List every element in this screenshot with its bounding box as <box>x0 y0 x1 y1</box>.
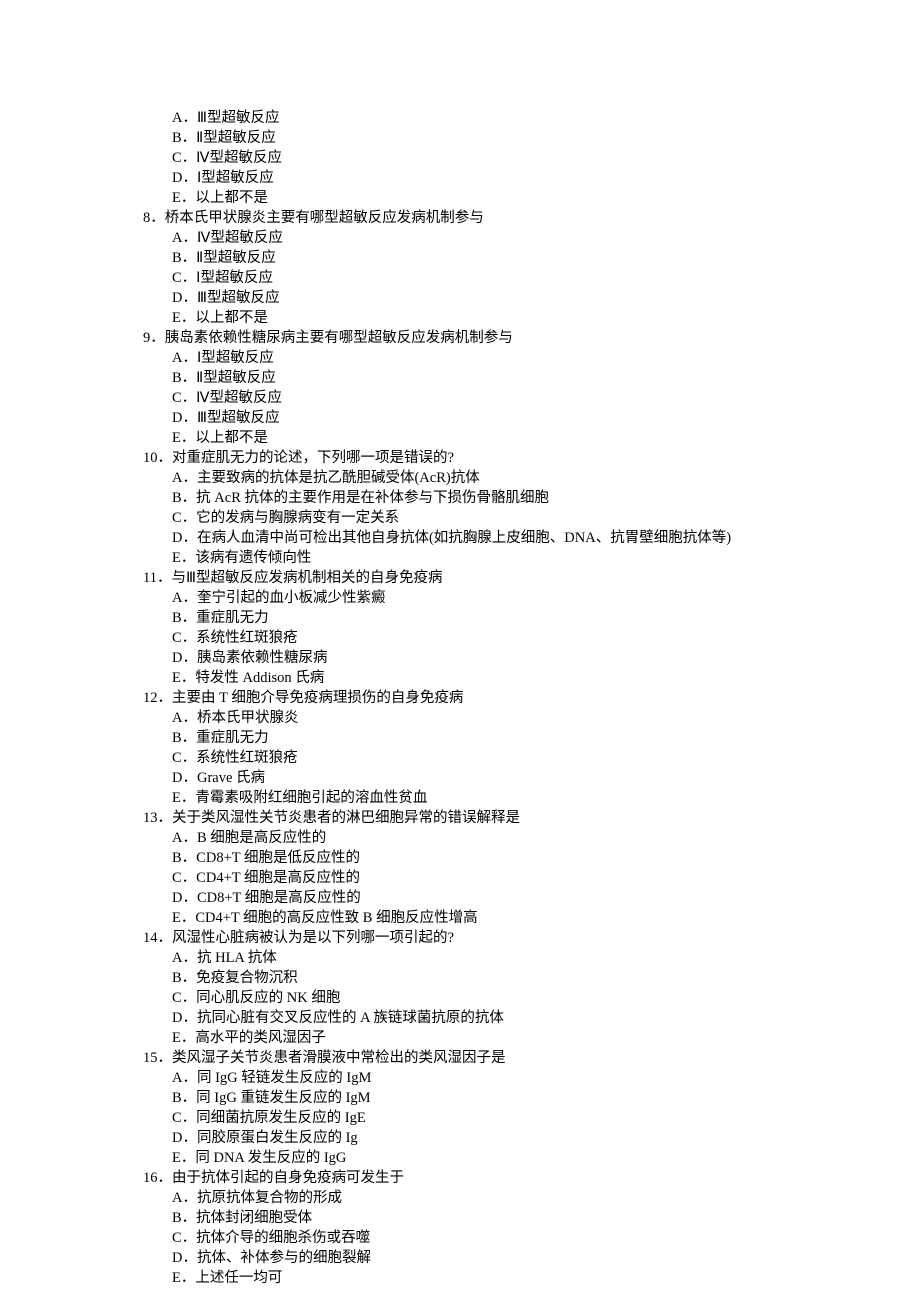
option: A．Ⅰ型超敏反应 <box>0 348 920 368</box>
question-stem: 9．胰岛素依赖性糖尿病主要有哪型超敏反应发病机制参与 <box>0 328 920 348</box>
option: E．以上都不是 <box>0 308 920 328</box>
option: C．Ⅳ型超敏反应 <box>0 148 920 168</box>
option: E．同 DNA 发生反应的 IgG <box>0 1148 920 1168</box>
option: E．CD4+T 细胞的高反应性致 B 细胞反应性增高 <box>0 908 920 928</box>
question-stem: 10．对重症肌无力的论述，下列哪一项是错误的? <box>0 448 920 468</box>
option: A．B 细胞是高反应性的 <box>0 828 920 848</box>
option: C．同心肌反应的 NK 细胞 <box>0 988 920 1008</box>
option: B．Ⅱ型超敏反应 <box>0 128 920 148</box>
question-stem: 11．与Ⅲ型超敏反应发病机制相关的自身免疫病 <box>0 568 920 588</box>
option: B．免疫复合物沉积 <box>0 968 920 988</box>
option: D．在病人血清中尚可检出其他自身抗体(如抗胸腺上皮细胞、DNA、抗胃壁细胞抗体等… <box>0 528 920 548</box>
question-stem: 8．桥本氏甲状腺炎主要有哪型超敏反应发病机制参与 <box>0 208 920 228</box>
option: B．重症肌无力 <box>0 608 920 628</box>
option: B．CD8+T 细胞是低反应性的 <box>0 848 920 868</box>
option: A．抗原抗体复合物的形成 <box>0 1188 920 1208</box>
option: C．Ⅰ型超敏反应 <box>0 268 920 288</box>
option: E．以上都不是 <box>0 188 920 208</box>
question-9: 9．胰岛素依赖性糖尿病主要有哪型超敏反应发病机制参与 A．Ⅰ型超敏反应 B．Ⅱ型… <box>0 328 920 448</box>
option: B．同 IgG 重链发生反应的 IgM <box>0 1088 920 1108</box>
option: C．抗体介导的细胞杀伤或吞噬 <box>0 1228 920 1248</box>
option: D．Grave 氏病 <box>0 768 920 788</box>
question-14: 14．风湿性心脏病被认为是以下列哪一项引起的? A．抗 HLA 抗体 B．免疫复… <box>0 928 920 1048</box>
option: E．高水平的类风湿因子 <box>0 1028 920 1048</box>
question-16: 16．由于抗体引起的自身免疫病可发生于 A．抗原抗体复合物的形成 B．抗体封闭细… <box>0 1168 920 1288</box>
option: C．系统性红斑狼疮 <box>0 628 920 648</box>
option: A．同 IgG 轻链发生反应的 IgM <box>0 1068 920 1088</box>
question-stem: 13．关于类风湿性关节炎患者的淋巴细胞异常的错误解释是 <box>0 808 920 828</box>
question-11: 11．与Ⅲ型超敏反应发病机制相关的自身免疫病 A．奎宁引起的血小板减少性紫癜 B… <box>0 568 920 688</box>
option: B．抗 AcR 抗体的主要作用是在补体参与下损伤骨骼肌细胞 <box>0 488 920 508</box>
option: A．主要致病的抗体是抗乙酰胆碱受体(AcR)抗体 <box>0 468 920 488</box>
document-page: A．Ⅲ型超敏反应 B．Ⅱ型超敏反应 C．Ⅳ型超敏反应 D．Ⅰ型超敏反应 E．以上… <box>0 0 920 1302</box>
question-7-partial: A．Ⅲ型超敏反应 B．Ⅱ型超敏反应 C．Ⅳ型超敏反应 D．Ⅰ型超敏反应 E．以上… <box>0 108 920 208</box>
option: D．抗同心脏有交叉反应性的 A 族链球菌抗原的抗体 <box>0 1008 920 1028</box>
option: C．同细菌抗原发生反应的 IgE <box>0 1108 920 1128</box>
option: D．同胶原蛋白发生反应的 Ig <box>0 1128 920 1148</box>
option: D．抗体、补体参与的细胞裂解 <box>0 1248 920 1268</box>
option: C．CD4+T 细胞是高反应性的 <box>0 868 920 888</box>
option: A．Ⅳ型超敏反应 <box>0 228 920 248</box>
option: E．该病有遗传倾向性 <box>0 548 920 568</box>
question-15: 15．类风湿子关节炎患者滑膜液中常检出的类风湿因子是 A．同 IgG 轻链发生反… <box>0 1048 920 1168</box>
option: D．Ⅰ型超敏反应 <box>0 168 920 188</box>
option: A．Ⅲ型超敏反应 <box>0 108 920 128</box>
question-12: 12．主要由 T 细胞介导免疫病理损伤的自身免疫病 A．桥本氏甲状腺炎 B．重症… <box>0 688 920 808</box>
question-13: 13．关于类风湿性关节炎患者的淋巴细胞异常的错误解释是 A．B 细胞是高反应性的… <box>0 808 920 928</box>
option: C．它的发病与胸腺病变有一定关系 <box>0 508 920 528</box>
option: A．奎宁引起的血小板减少性紫癜 <box>0 588 920 608</box>
option: E．上述任一均可 <box>0 1268 920 1288</box>
option: B．抗体封闭细胞受体 <box>0 1208 920 1228</box>
question-stem: 15．类风湿子关节炎患者滑膜液中常检出的类风湿因子是 <box>0 1048 920 1068</box>
question-stem: 14．风湿性心脏病被认为是以下列哪一项引起的? <box>0 928 920 948</box>
option: E．青霉素吸附红细胞引起的溶血性贫血 <box>0 788 920 808</box>
option: D．胰岛素依赖性糖尿病 <box>0 648 920 668</box>
option: D．Ⅲ型超敏反应 <box>0 408 920 428</box>
option: C．系统性红斑狼疮 <box>0 748 920 768</box>
option: E．特发性 Addison 氏病 <box>0 668 920 688</box>
question-stem: 16．由于抗体引起的自身免疫病可发生于 <box>0 1168 920 1188</box>
option: A．抗 HLA 抗体 <box>0 948 920 968</box>
option: A．桥本氏甲状腺炎 <box>0 708 920 728</box>
question-stem: 12．主要由 T 细胞介导免疫病理损伤的自身免疫病 <box>0 688 920 708</box>
option: B．Ⅱ型超敏反应 <box>0 248 920 268</box>
option: C．Ⅳ型超敏反应 <box>0 388 920 408</box>
option: D．Ⅲ型超敏反应 <box>0 288 920 308</box>
question-8: 8．桥本氏甲状腺炎主要有哪型超敏反应发病机制参与 A．Ⅳ型超敏反应 B．Ⅱ型超敏… <box>0 208 920 328</box>
option: D．CD8+T 细胞是高反应性的 <box>0 888 920 908</box>
option: B．Ⅱ型超敏反应 <box>0 368 920 388</box>
option: B．重症肌无力 <box>0 728 920 748</box>
question-10: 10．对重症肌无力的论述，下列哪一项是错误的? A．主要致病的抗体是抗乙酰胆碱受… <box>0 448 920 568</box>
option: E．以上都不是 <box>0 428 920 448</box>
